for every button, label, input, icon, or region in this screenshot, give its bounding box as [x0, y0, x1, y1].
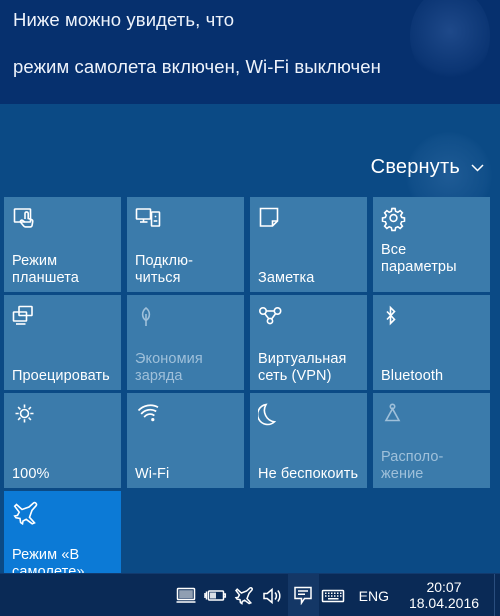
- language-indicator[interactable]: ENG: [348, 574, 398, 616]
- location-pin-icon: [381, 402, 483, 432]
- clock[interactable]: 20:07 18.04.2016: [398, 574, 494, 616]
- airplane-icon: [12, 500, 114, 530]
- tile-label: Виртуальная сеть (VPN): [258, 351, 347, 384]
- tile-project[interactable]: Проецировать: [4, 295, 121, 390]
- battery-charging-icon[interactable]: [201, 574, 230, 616]
- tile-label: Экономия заряда: [135, 351, 203, 384]
- tile-tablet-mode[interactable]: Режим планшета: [4, 197, 121, 292]
- tile-label: Режим планшета: [12, 253, 79, 286]
- clock-time: 20:07: [426, 579, 462, 595]
- tile-label: Располо-жение: [381, 449, 444, 482]
- show-desktop-button[interactable]: [494, 574, 500, 616]
- tile-connect[interactable]: Подклю-читься: [127, 197, 244, 292]
- tablet-mode-icon: [12, 206, 114, 236]
- moon-icon: [258, 402, 360, 432]
- vpn-icon: [258, 304, 360, 334]
- tile-label: Режим «В самолете»: [12, 547, 85, 573]
- tile-battery-saver[interactable]: Экономия заряда: [127, 295, 244, 390]
- tile-label: Не беспокоить: [258, 465, 359, 482]
- brightness-sun-icon: [12, 402, 114, 432]
- tile-all-settings[interactable]: Все параметры: [373, 197, 490, 292]
- caption-line-2: режим самолета включен, Wi-Fi выключен: [13, 56, 381, 77]
- tile-brightness[interactable]: 100%: [4, 393, 121, 488]
- quick-action-tiles: Режим планшета Подклю-читься Заметка Все…: [4, 197, 496, 573]
- background-glow-decoration: [410, 0, 490, 84]
- keyboard-icon[interactable]: [319, 574, 348, 616]
- collapse-label: Свернуть: [370, 156, 460, 178]
- tile-label: Заметка: [258, 269, 315, 286]
- action-center-icon[interactable]: [287, 574, 319, 616]
- tile-bluetooth[interactable]: Bluetooth: [373, 295, 490, 390]
- touchpad-icon[interactable]: [172, 574, 201, 616]
- battery-saver-leaf-icon: [135, 304, 237, 334]
- tile-label: 100%: [12, 465, 50, 482]
- wifi-off-icon: [135, 402, 237, 432]
- screen-root: Ниже можно увидеть, что режим самолета в…: [0, 0, 500, 616]
- caption-line-1: Ниже можно увидеть, что: [13, 9, 235, 30]
- caption-area: Ниже можно увидеть, что режим самолета в…: [0, 0, 500, 104]
- tile-location[interactable]: Располо-жение: [373, 393, 490, 488]
- clock-date: 18.04.2016: [408, 595, 480, 611]
- connect-display-icon: [135, 206, 237, 236]
- tile-vpn[interactable]: Виртуальная сеть (VPN): [250, 295, 367, 390]
- tile-label: Подклю-читься: [135, 253, 193, 286]
- gear-icon: [381, 206, 483, 236]
- taskbar: ENG 20:07 18.04.2016: [0, 573, 500, 616]
- note-icon: [258, 206, 360, 236]
- chevron-down-icon: [469, 159, 486, 176]
- collapse-button[interactable]: Свернуть: [371, 156, 486, 179]
- tile-note[interactable]: Заметка: [250, 197, 367, 292]
- tile-label: Проецировать: [12, 367, 110, 384]
- volume-icon[interactable]: [259, 574, 288, 616]
- tile-do-not-disturb[interactable]: Не беспокоить: [250, 393, 367, 488]
- tile-label: Все параметры: [381, 242, 457, 275]
- tile-label: Wi-Fi: [135, 465, 170, 482]
- tile-airplane-mode[interactable]: Режим «В самолете»: [4, 491, 121, 573]
- airplane-icon[interactable]: [230, 574, 259, 616]
- tile-label: Bluetooth: [381, 367, 444, 384]
- project-screen-icon: [12, 304, 114, 334]
- bluetooth-icon: [381, 304, 483, 334]
- system-tray: ENG 20:07 18.04.2016: [172, 574, 500, 616]
- tile-wifi[interactable]: Wi-Fi: [127, 393, 244, 488]
- action-center-panel: Свернуть Режим планшета Подклю-читься За…: [0, 104, 500, 573]
